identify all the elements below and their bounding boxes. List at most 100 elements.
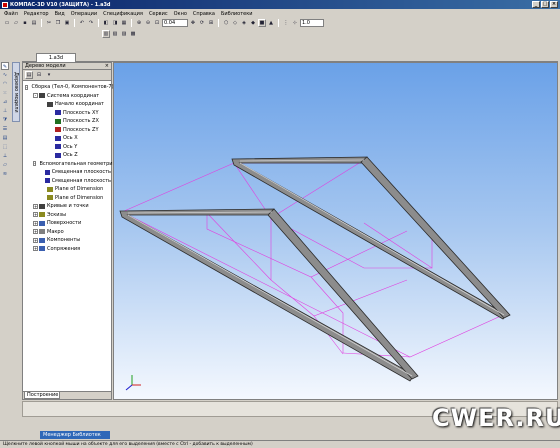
tree-item[interactable]: + Эскизы xyxy=(23,211,111,220)
edit-component-icon[interactable]: ▥ xyxy=(102,30,110,38)
tree-item[interactable]: Плоскость ZY xyxy=(23,126,111,135)
tab-document[interactable]: 1.a3d xyxy=(36,53,76,62)
wireframe-icon[interactable]: ◇ xyxy=(231,19,239,27)
save-icon[interactable]: ▪ xyxy=(21,19,29,27)
aux-geom-tool-icon[interactable]: ⊿ xyxy=(1,98,9,106)
new-icon[interactable]: ▭ xyxy=(3,19,11,27)
zoom-window-icon[interactable]: ⊡ xyxy=(153,19,161,27)
show-all-icon[interactable]: ⊞ xyxy=(207,19,215,27)
copy-icon[interactable]: ❐ xyxy=(54,19,62,27)
orientation-icon[interactable]: ⬡ xyxy=(222,19,230,27)
menu-file[interactable]: Файл xyxy=(4,11,18,17)
coordinate-triad xyxy=(125,375,141,391)
tree-item[interactable]: + Сопряжения xyxy=(23,245,111,254)
surfaces-tool-icon[interactable]: ◠ xyxy=(1,80,9,88)
tree-item[interactable]: Плоскость ZX xyxy=(23,117,111,126)
maximize-button[interactable]: □ xyxy=(541,1,549,8)
tree-item[interactable]: Плоскость XY xyxy=(23,109,111,118)
step-combo[interactable]: 1.0 xyxy=(300,19,324,27)
menu-view[interactable]: Вид xyxy=(55,11,65,17)
tree-mode-icon[interactable]: ⊟ xyxy=(35,71,43,79)
tree-view-icon[interactable]: ▤ xyxy=(25,71,33,79)
minimize-button[interactable]: _ xyxy=(532,1,540,8)
menu-libraries[interactable]: Библиотеки xyxy=(221,11,253,17)
spatial-curves-icon[interactable]: ∿ xyxy=(1,71,9,79)
compact-toolbar: ✎ ∿ ◠ ⁙ ⊿ ⊥ ⧩ ☰ ▤ ⬚ ⟂ ▱ ≋ xyxy=(1,62,10,402)
stop-edit-icon[interactable]: ▩ xyxy=(129,30,137,38)
mates-tool-icon[interactable]: ⟂ xyxy=(1,152,9,160)
local-edit-icon[interactable]: ▨ xyxy=(120,30,128,38)
tree-expander-icon[interactable]: - xyxy=(33,161,37,167)
menu-operations[interactable]: Операции xyxy=(71,11,97,17)
redo-icon[interactable]: ↷ xyxy=(87,19,95,27)
zoom-out-icon[interactable]: ⊖ xyxy=(144,19,152,27)
tree-item[interactable]: + Макро xyxy=(23,228,111,237)
reports-tool-icon[interactable]: ▤ xyxy=(1,134,9,142)
manager-icon[interactable]: ◧ xyxy=(102,19,110,27)
variables-icon[interactable]: ◨ xyxy=(111,19,119,27)
tree-item[interactable]: Plane of Dimension xyxy=(23,194,111,203)
halftone-icon[interactable]: ◆ xyxy=(249,19,257,27)
tree-item[interactable]: - Сборка (Тел-0, Компонентов-7) xyxy=(23,83,114,92)
tree-expander-icon[interactable]: - xyxy=(25,84,29,90)
editing-tool-icon[interactable]: ✎ xyxy=(1,62,9,70)
tree-item[interactable]: + Компоненты xyxy=(23,236,111,245)
menu-service[interactable]: Сервис xyxy=(149,11,168,17)
perspective-icon[interactable]: ▲ xyxy=(267,19,275,27)
properties-icon[interactable]: ▦ xyxy=(120,19,128,27)
tree-item[interactable]: Plane of Dimension xyxy=(23,185,111,194)
cut-icon[interactable]: ✂ xyxy=(45,19,53,27)
assembly-edit-icon[interactable]: ▧ xyxy=(111,30,119,38)
tree-expander-icon[interactable]: + xyxy=(33,237,38,243)
tree-item[interactable]: Ось X xyxy=(23,134,111,143)
spec-tool-icon[interactable]: ☰ xyxy=(1,125,9,133)
tree-item[interactable]: + Поверхности xyxy=(23,219,111,228)
open-icon[interactable]: ▱ xyxy=(12,19,20,27)
menu-edit[interactable]: Редактор xyxy=(24,11,49,17)
tree-item-label: Ось Y xyxy=(63,143,78,150)
tree-item[interactable]: Смещенная плоскость xyxy=(23,177,111,186)
menu-window[interactable]: Окно xyxy=(174,11,187,17)
tree-item[interactable]: + Кривые и точки xyxy=(23,202,111,211)
tree-expander-icon[interactable]: + xyxy=(33,246,38,252)
tree-item[interactable]: Начало координат xyxy=(23,100,111,109)
tree-expander-icon[interactable]: + xyxy=(33,229,38,235)
tree-item[interactable]: Ось Y xyxy=(23,143,111,152)
3d-viewport[interactable] xyxy=(113,62,558,400)
tree-vertical-tab[interactable]: Дерево модели xyxy=(12,62,20,122)
tree-item[interactable]: - Система координат xyxy=(23,92,111,101)
close-button[interactable]: × xyxy=(550,1,558,8)
close-icon[interactable]: × xyxy=(105,63,109,70)
tree-expander-icon[interactable]: - xyxy=(33,93,38,99)
zoom-in-icon[interactable]: ⊕ xyxy=(135,19,143,27)
chevron-down-icon[interactable]: ▾ xyxy=(45,71,53,79)
menu-help[interactable]: Справка xyxy=(193,11,215,17)
tree-expander-icon[interactable]: + xyxy=(33,203,38,209)
library-manager-button[interactable]: Менеджер Библиотек xyxy=(40,431,110,439)
pan-icon[interactable]: ✥ xyxy=(189,19,197,27)
tab-construction[interactable]: Построение xyxy=(24,392,60,399)
halftone-edges-icon[interactable]: ■ xyxy=(258,19,266,27)
paste-icon[interactable]: ▣ xyxy=(63,19,71,27)
filter-tool-icon[interactable]: ⧩ xyxy=(1,116,9,124)
tree-expander-icon[interactable]: + xyxy=(33,220,38,226)
elements-tool-icon[interactable]: ⬚ xyxy=(1,143,9,151)
tree-item[interactable]: - Вспомогательная геометри xyxy=(23,160,113,169)
snap-icon[interactable]: ⊹ xyxy=(291,19,299,27)
menu-specification[interactable]: Спецификация xyxy=(103,11,143,17)
tree-item[interactable]: Ось Z xyxy=(23,151,111,160)
undo-icon[interactable]: ↶ xyxy=(78,19,86,27)
tree-expander-icon[interactable]: + xyxy=(33,212,38,218)
print-icon[interactable]: ▤ xyxy=(30,19,38,27)
grid-icon[interactable]: ⋮ xyxy=(282,19,290,27)
hidden-lines-icon[interactable]: ◈ xyxy=(240,19,248,27)
tree-item[interactable]: Смещенная плоскость xyxy=(23,168,111,177)
measure-tool-icon[interactable]: ⊥ xyxy=(1,107,9,115)
sheet-tool-icon[interactable]: ▱ xyxy=(1,161,9,169)
weld-tool-icon[interactable]: ≋ xyxy=(1,170,9,178)
tree-item-label: Плоскость XY xyxy=(63,109,99,116)
array-tool-icon[interactable]: ⁙ xyxy=(1,89,9,97)
model-view[interactable] xyxy=(114,63,558,400)
scale-combo[interactable]: 0.04 xyxy=(162,19,188,27)
refresh-icon[interactable]: ⟳ xyxy=(198,19,206,27)
